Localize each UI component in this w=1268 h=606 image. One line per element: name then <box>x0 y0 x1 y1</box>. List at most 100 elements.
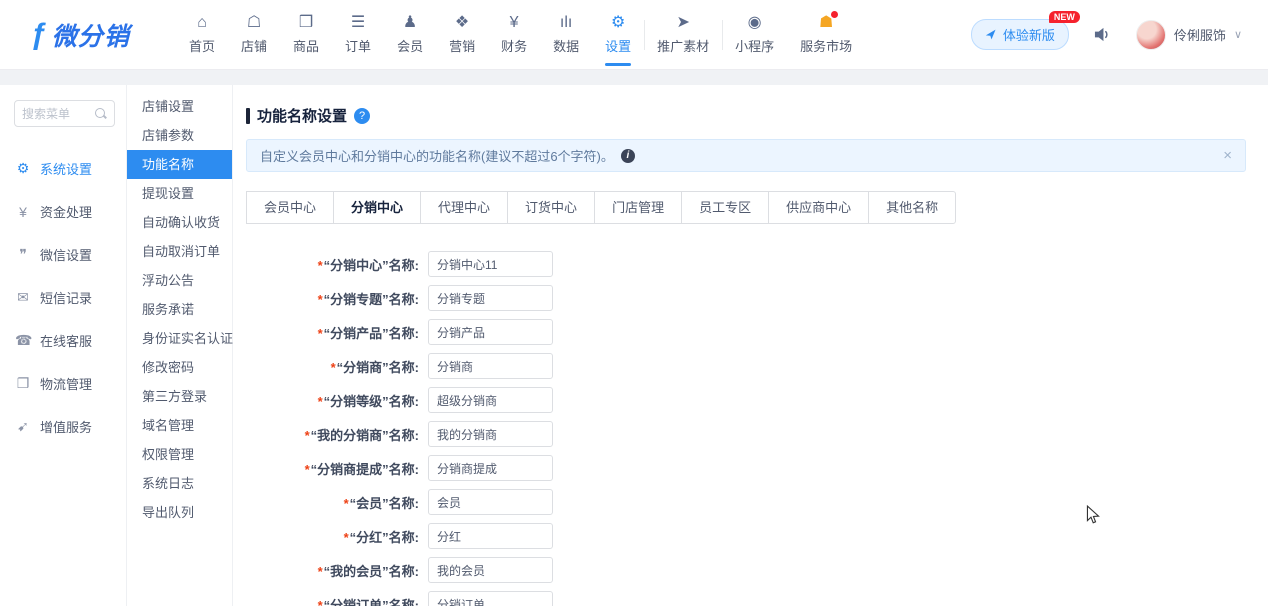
tab[interactable]: 订货中心 <box>507 191 595 224</box>
sidebar-item[interactable]: ➹ 增值服务 <box>0 405 126 448</box>
try-new-version-button[interactable]: 体验新版 NEW <box>971 19 1069 50</box>
nav-item[interactable]: ☰ 订单 <box>332 0 384 69</box>
nav-item[interactable]: ◉ 小程序 <box>722 0 787 69</box>
tab[interactable]: 门店管理 <box>594 191 682 224</box>
submenu-item[interactable]: 身份证实名认证 <box>127 324 232 353</box>
sidebar-item[interactable]: ❐ 物流管理 <box>0 362 126 405</box>
submenu-item[interactable]: 浮动公告 <box>127 266 232 295</box>
submenu-item[interactable]: 自动取消订单 <box>127 237 232 266</box>
submenu-item-label: 身份证实名认证 <box>142 331 233 346</box>
field-input[interactable] <box>428 285 553 311</box>
submenu-item-label: 自动确认收货 <box>142 215 220 230</box>
shop-icon: ☖ <box>247 14 261 32</box>
app-logo[interactable]: ƒ 微分销 <box>30 0 172 69</box>
nav-item[interactable]: ❖ 营销 <box>436 0 488 69</box>
field-input[interactable] <box>428 591 553 606</box>
field-input[interactable] <box>428 421 553 447</box>
submenu-item-label: 第三方登录 <box>142 389 207 404</box>
announcement-speaker-icon[interactable] <box>1093 26 1112 43</box>
required-mark: * <box>318 598 323 606</box>
search-input[interactable] <box>22 107 91 121</box>
field-input[interactable] <box>428 557 553 583</box>
tab[interactable]: 员工专区 <box>681 191 769 224</box>
required-mark: * <box>318 326 323 341</box>
field-label: *“会员”名称: <box>246 493 428 512</box>
form-row: *“分销订单”名称: <box>246 591 1246 606</box>
form-row: *“分销产品”名称: <box>246 319 1246 345</box>
field-label: *“分销商”名称: <box>246 357 428 376</box>
close-icon[interactable]: × <box>1223 147 1232 164</box>
field-input[interactable] <box>428 319 553 345</box>
name-settings-form: *“分销中心”名称: *“分销专题”名称: *“分销产品”名称: *“分销商”名… <box>246 251 1246 606</box>
sidebar-item[interactable]: ¥ 资金处理 <box>0 190 126 233</box>
nav-item[interactable]: ⌂ 首页 <box>176 0 228 69</box>
service-market-icon: ☗ <box>819 14 833 32</box>
field-input[interactable] <box>428 455 553 481</box>
nav-item[interactable]: ılı 数据 <box>540 0 592 69</box>
nav-item[interactable]: ➤ 推广素材 <box>644 0 722 69</box>
field-label-text: “分销商提成”名称: <box>311 462 419 477</box>
page-body: ⚙ 系统设置 ¥ 资金处理 ❞ 微信设置 ✉ 短信记录 <box>0 85 1268 606</box>
submenu-item[interactable]: 导出队列 <box>127 498 232 527</box>
field-label: *“我的会员”名称: <box>246 561 428 580</box>
tab[interactable]: 代理中心 <box>420 191 508 224</box>
field-input[interactable] <box>428 251 553 277</box>
submenu-item[interactable]: 域名管理 <box>127 411 232 440</box>
sidebar-item[interactable]: ☎ 在线客服 <box>0 319 126 362</box>
tab[interactable]: 分销中心 <box>333 191 421 224</box>
submenu-item[interactable]: 服务承诺 <box>127 295 232 324</box>
nav-item[interactable]: ☗ 服务市场 <box>787 0 865 69</box>
submenu-item[interactable]: 修改密码 <box>127 353 232 382</box>
nav-item-label: 服务市场 <box>800 36 852 55</box>
nav-item[interactable]: ¥ 财务 <box>488 0 540 69</box>
nav-item-label: 数据 <box>553 36 579 55</box>
submenu-item[interactable]: 店铺参数 <box>127 121 232 150</box>
field-label-text: “我的分销商”名称: <box>311 428 419 443</box>
sidebar-item[interactable]: ❞ 微信设置 <box>0 233 126 276</box>
gear-icon: ⚙ <box>15 160 31 177</box>
nav-item[interactable]: ⚙ 设置 <box>592 0 644 69</box>
submenu-item[interactable]: 店铺设置 <box>127 92 232 121</box>
nav-item[interactable]: ☖ 店铺 <box>228 0 280 69</box>
field-input[interactable] <box>428 489 553 515</box>
menu-search-box[interactable] <box>14 100 115 127</box>
sidebar-item-label: 短信记录 <box>40 288 92 307</box>
submenu-item[interactable]: 系统日志 <box>127 469 232 498</box>
tab[interactable]: 会员中心 <box>246 191 334 224</box>
marketing-icon: ❖ <box>455 14 469 32</box>
field-input[interactable] <box>428 523 553 549</box>
field-label-text: “分销等级”名称: <box>324 394 419 409</box>
field-input[interactable] <box>428 387 553 413</box>
nav-item[interactable]: ❒ 商品 <box>280 0 332 69</box>
submenu-item-label: 服务承诺 <box>142 302 194 317</box>
sidebar-item[interactable]: ⚙ 系统设置 <box>0 147 126 190</box>
form-row: *“分销商”名称: <box>246 353 1246 379</box>
search-icon <box>95 108 107 120</box>
submenu-item[interactable]: 第三方登录 <box>127 382 232 411</box>
sidebar-item[interactable]: ✉ 短信记录 <box>0 276 126 319</box>
tab[interactable]: 供应商中心 <box>768 191 869 224</box>
info-icon[interactable]: i <box>621 149 635 163</box>
settings-gear-icon: ⚙ <box>611 14 625 32</box>
field-label-text: “分销商”名称: <box>337 360 419 375</box>
field-label-text: “分销专题”名称: <box>324 292 419 307</box>
customer-service-icon: ☎ <box>15 332 31 349</box>
tab-label: 代理中心 <box>438 200 490 215</box>
sidebar-item-label: 增值服务 <box>40 417 92 436</box>
submenu-item[interactable]: 权限管理 <box>127 440 232 469</box>
help-icon[interactable]: ? <box>354 108 370 124</box>
submenu-item[interactable]: 自动确认收货 <box>127 208 232 237</box>
tab-label: 员工专区 <box>699 200 751 215</box>
tab[interactable]: 其他名称 <box>868 191 956 224</box>
nav-item[interactable]: ♟ 会员 <box>384 0 436 69</box>
field-input[interactable] <box>428 353 553 379</box>
topbar-right: 体验新版 NEW 伶俐服饰 ∨ <box>971 0 1242 69</box>
submenu-item[interactable]: 功能名称 <box>127 150 232 179</box>
user-menu[interactable]: 伶俐服饰 ∨ <box>1136 20 1242 50</box>
field-label: *“分销订单”名称: <box>246 595 428 606</box>
field-label: *“分销等级”名称: <box>246 391 428 410</box>
tab-label: 分销中心 <box>351 200 403 215</box>
sidebar-item-label: 系统设置 <box>40 159 92 178</box>
submenu-item[interactable]: 提现设置 <box>127 179 232 208</box>
logistics-icon: ❐ <box>15 375 31 392</box>
